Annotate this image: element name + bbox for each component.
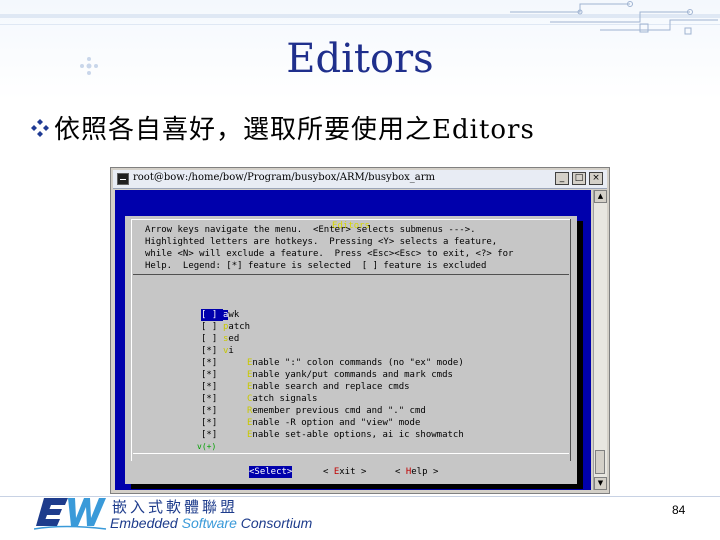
- terminal-area[interactable]: Editors Arrow keys navigate the menu. <E…: [115, 190, 591, 490]
- menu-item-text: nable ":" colon commands (no "ex" mode): [252, 358, 464, 368]
- dialog-buttons: <Select> < Exit > < Help >: [125, 466, 577, 480]
- menu-item[interactable]: [*] Enable search and replace cmds: [201, 381, 464, 393]
- help-button[interactable]: < Help >: [395, 466, 438, 478]
- scroll-up-arrow-icon[interactable]: ▲: [594, 190, 607, 203]
- dialog-help-text: Arrow keys navigate the menu. <Enter> se…: [145, 225, 514, 271]
- menu-item[interactable]: [*] Remember previous cmd and "." cmd: [201, 405, 464, 417]
- logo-english-text: Embedded Software Consortium: [110, 515, 312, 531]
- menu-item[interactable]: [ ] awk: [201, 309, 464, 321]
- close-button[interactable]: ×: [589, 172, 603, 185]
- diamond-cluster-bullet-icon: [31, 118, 49, 137]
- menu-item-label: sed: [223, 333, 239, 345]
- bullet-text: 依照各自喜好，選取所要使用之Editors: [54, 115, 535, 145]
- menu-item-checkbox[interactable]: [ ]: [201, 333, 223, 345]
- menu-item-label: awk: [223, 309, 239, 321]
- footer-line: [0, 496, 720, 497]
- menu-item-checkbox[interactable]: [*]: [201, 381, 223, 393]
- dialog-frame-right: [570, 219, 571, 461]
- menu-item-label: Enable -R option and "view" mode: [223, 417, 420, 429]
- menu-item-label: Enable ":" colon commands (no "ex" mode): [223, 357, 464, 369]
- menu-item-text: atch: [228, 322, 251, 332]
- more-items-indicator: v(+): [197, 442, 217, 451]
- menu-item-text: nable set-able options, ai ic showmatch: [252, 430, 464, 440]
- menu-item[interactable]: [ ] sed: [201, 333, 464, 345]
- menu-item-checkbox[interactable]: [*]: [201, 417, 223, 429]
- logo-en-part1: Embedded: [110, 515, 182, 531]
- logo-chinese-text: 嵌入式軟體聯盟: [112, 498, 239, 516]
- menu-item[interactable]: [*] Catch signals: [201, 393, 464, 405]
- menu-item[interactable]: [*] Enable -R option and "view" mode: [201, 417, 464, 429]
- menu-item-text: emember previous cmd and "." cmd: [252, 406, 426, 416]
- menu-item-text: i: [228, 346, 234, 356]
- button-separator: [133, 453, 569, 454]
- slide-title: Editors: [286, 36, 434, 82]
- logo-en-part3: Consortium: [236, 515, 313, 531]
- menu-item-checkbox[interactable]: [*]: [201, 357, 223, 369]
- menu-item-text: atch signals: [252, 394, 318, 404]
- circuit-decoration-icon: [510, 1, 718, 35]
- bullet-point: 依照各自喜好，選取所要使用之Editors: [30, 109, 535, 146]
- menu-item-text: nable search and replace cmds: [252, 382, 410, 392]
- menu-item[interactable]: [*] vi: [201, 345, 464, 357]
- menu-item[interactable]: [*] Enable set-able options, ai ic showma…: [201, 429, 464, 441]
- menu-item-label: vi: [223, 345, 234, 357]
- menu-item[interactable]: [*] Enable yank/put commands and mark cmd…: [201, 369, 464, 381]
- esw-logo-icon: [34, 498, 107, 530]
- menu-item-label: Enable search and replace cmds: [223, 381, 410, 393]
- menu-item-checkbox[interactable]: [*]: [201, 429, 223, 441]
- select-button[interactable]: <Select>: [249, 466, 293, 478]
- menu-item[interactable]: [*] Enable ":" colon commands (no "ex" mo…: [201, 357, 464, 369]
- logo-en-part2: Software: [181, 515, 237, 531]
- menu-item-checkbox[interactable]: [ ]: [201, 309, 223, 321]
- help-separator: [133, 274, 569, 275]
- menu-item-text: ed: [228, 334, 240, 344]
- menu-item-checkbox[interactable]: [ ]: [201, 321, 223, 333]
- terminal-icon: [117, 173, 129, 185]
- menu-item-checkbox[interactable]: [*]: [201, 345, 223, 357]
- dialog-frame-left: [131, 219, 132, 461]
- page-number: 84: [672, 503, 686, 517]
- minimize-button[interactable]: _: [555, 172, 569, 185]
- menu-item-label: patch: [223, 321, 250, 333]
- menu-item-checkbox[interactable]: [*]: [201, 393, 223, 405]
- scrollbar-thumb[interactable]: [595, 450, 605, 474]
- exit-button-open: <: [323, 467, 334, 477]
- maximize-button[interactable]: □: [572, 172, 586, 185]
- menu-item-text: wk: [228, 310, 240, 320]
- terminal-window[interactable]: root@bow:/home/bow/Program/busybox/ARM/b…: [110, 167, 610, 494]
- menu-item[interactable]: [ ] patch: [201, 321, 464, 333]
- window-title: root@bow:/home/bow/Program/busybox/ARM/b…: [133, 172, 435, 183]
- menu-list[interactable]: [ ] awk[ ] patch[ ] sed [*] vi [*] Enable ":" c…: [201, 309, 464, 441]
- window-titlebar[interactable]: root@bow:/home/bow/Program/busybox/ARM/b…: [113, 170, 607, 189]
- menu-item-text: nable yank/put commands and mark cmds: [252, 370, 453, 380]
- exit-button-rest: xit >: [339, 467, 367, 477]
- menu-item-label: Enable yank/put commands and mark cmds: [223, 369, 453, 381]
- vertical-scrollbar[interactable]: ▲ ▼: [593, 190, 607, 490]
- menu-item-label: Remember previous cmd and "." cmd: [223, 405, 426, 417]
- scroll-down-arrow-icon[interactable]: ▼: [594, 477, 607, 490]
- menu-item-label: Catch signals: [223, 393, 317, 405]
- exit-button[interactable]: < Exit >: [323, 466, 366, 478]
- menu-item-checkbox[interactable]: [*]: [201, 405, 223, 417]
- menuconfig-dialog: Editors Arrow keys navigate the menu. <E…: [125, 216, 577, 484]
- help-button-rest: elp >: [411, 467, 439, 477]
- menu-item-label: Enable set-able options, ai ic showmatch: [223, 429, 464, 441]
- menu-item-text: nable -R option and "view" mode: [252, 418, 421, 428]
- menu-item-checkbox[interactable]: [*]: [201, 369, 223, 381]
- help-button-open: <: [395, 467, 406, 477]
